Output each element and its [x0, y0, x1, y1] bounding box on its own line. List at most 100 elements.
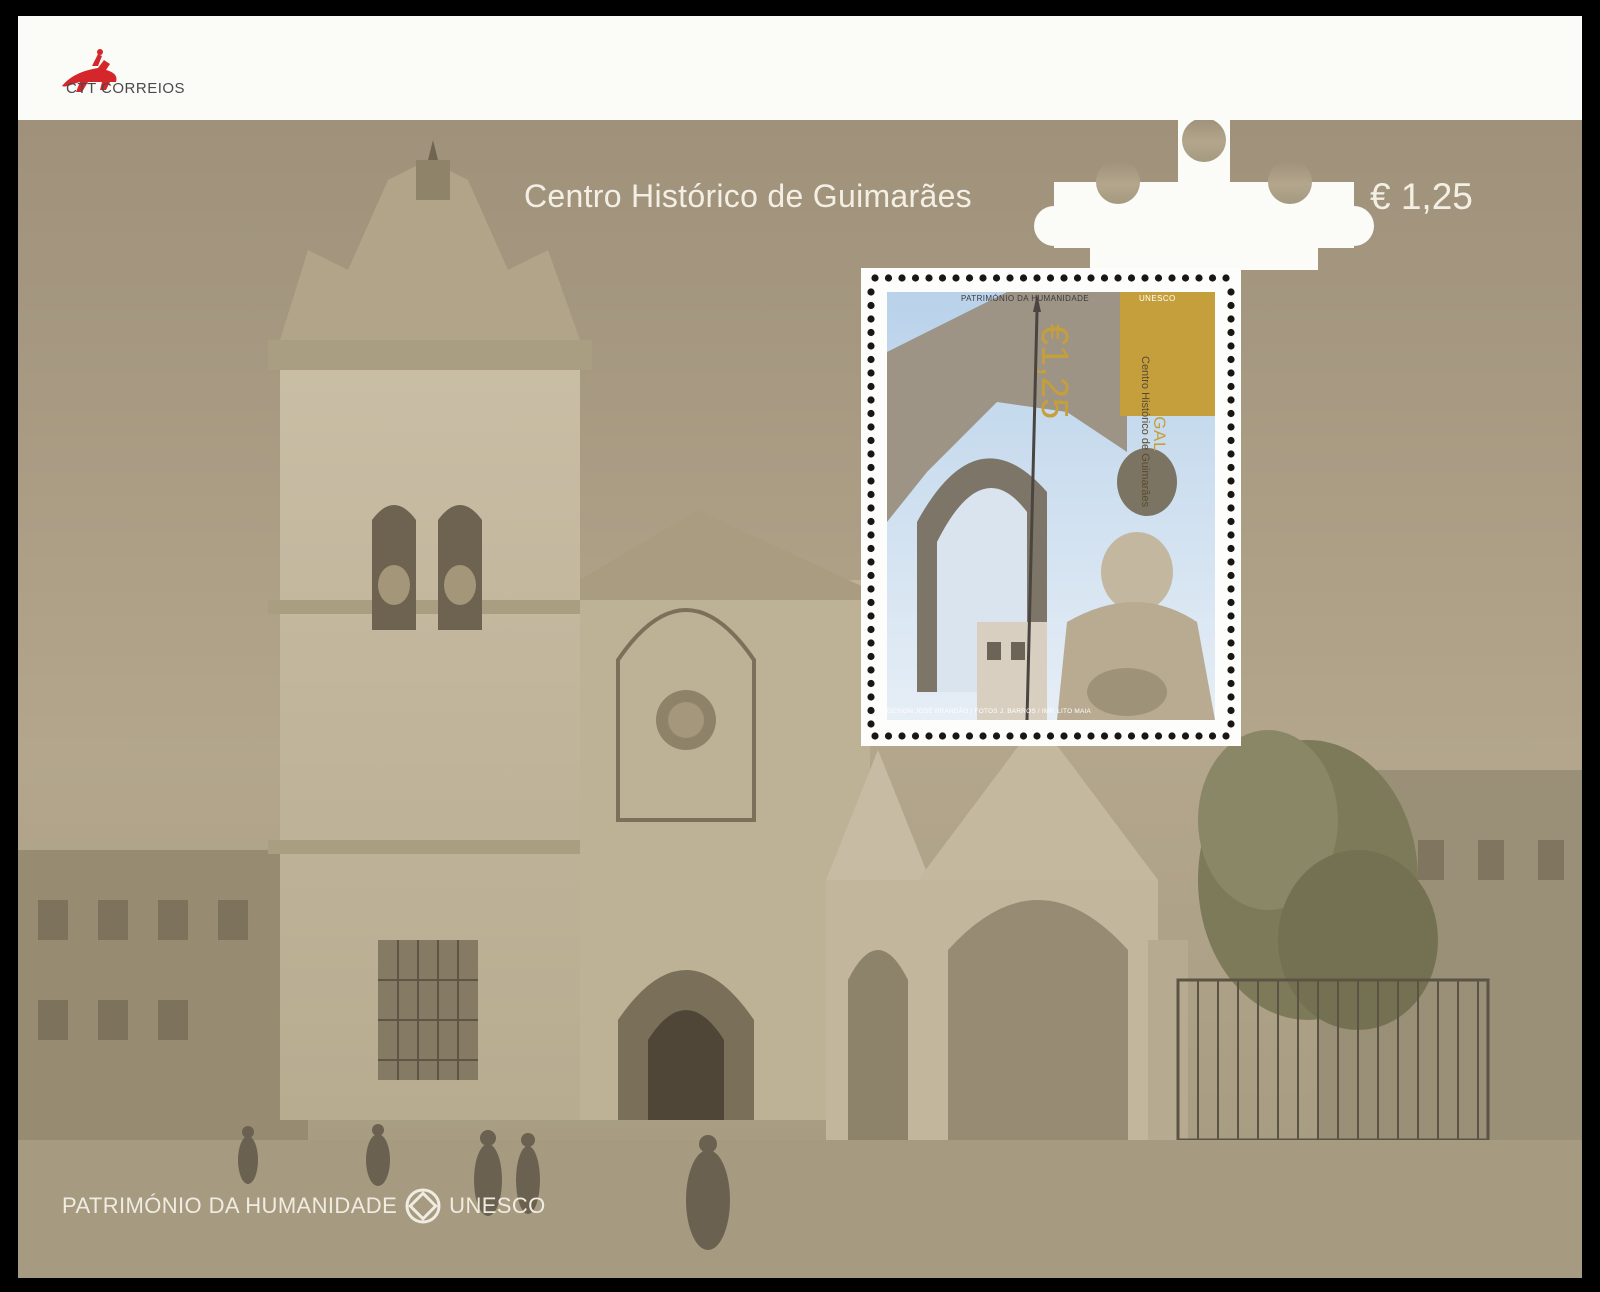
- perforation-hole: [867, 423, 875, 431]
- perforation-hole: [1073, 732, 1082, 740]
- perforation-hole: [1227, 450, 1235, 458]
- perforation-hole: [1087, 274, 1095, 282]
- perforation-hole: [1227, 571, 1235, 580]
- perforation-hole: [1114, 274, 1122, 282]
- perforation-hole: [867, 369, 875, 377]
- perforation-hole: [1227, 639, 1235, 647]
- perforation-hole: [1060, 732, 1068, 740]
- perforation-hole: [867, 517, 875, 526]
- perforation-hole: [925, 732, 933, 740]
- perforation-hole: [867, 585, 875, 593]
- stamp-unesco-text: UNESCO: [1139, 294, 1176, 303]
- perforation-hole: [992, 274, 1001, 282]
- perforation-hole: [867, 720, 875, 728]
- perforation-hole: [867, 693, 875, 701]
- perforation-hole: [1127, 274, 1136, 282]
- perforation-hole: [1181, 274, 1190, 282]
- stamp-subject: Centro Histórico de Guimarães: [1139, 356, 1151, 508]
- perforation-hole: [1114, 732, 1122, 740]
- perforation-hole: [911, 274, 920, 282]
- background-engraving: [18, 120, 1582, 1278]
- perforation-hole: [1154, 274, 1163, 282]
- perforation-hole: [1168, 732, 1176, 740]
- perforation-hole: [1227, 315, 1235, 323]
- publisher-label: CTT CORREIOS: [66, 80, 186, 97]
- perforation-hole: [1033, 732, 1041, 740]
- perforation-hole: [1227, 652, 1235, 661]
- perforation-hole: [867, 315, 875, 323]
- perforation-hole: [1227, 558, 1235, 566]
- perforation-hole: [1168, 274, 1176, 282]
- perforation-hole: [871, 732, 879, 740]
- perforation-hole: [1154, 732, 1163, 740]
- perforation-hole: [1227, 288, 1235, 296]
- perforation-hole: [1227, 666, 1235, 674]
- perforation-hole: [1227, 504, 1235, 512]
- postage-stamp: PATRIMÓNIO DA HUMANIDADE UNESCO €1,25 PO…: [861, 268, 1241, 746]
- perforation-hole: [1222, 732, 1230, 740]
- perforation-hole: [1227, 679, 1235, 688]
- perforation-hole: [1227, 598, 1235, 607]
- souvenir-sheet: CTT CORREIOS Centro Histórico de Guimarã…: [18, 16, 1582, 1278]
- perforation-hole: [867, 396, 875, 404]
- perforation-hole: [1227, 693, 1235, 701]
- church-engraving-picture: [18, 120, 1582, 1278]
- perforation-hole: [1227, 436, 1235, 445]
- perforation-hole: [867, 355, 875, 364]
- perforation-hole: [1019, 732, 1028, 740]
- perforation-hole: [867, 652, 875, 661]
- perforation-hole: [938, 732, 947, 740]
- stamp-country: PORTUGAL: [1150, 354, 1169, 453]
- perforation-hole: [911, 732, 920, 740]
- perforation-hole: [867, 463, 875, 472]
- perforation-hole: [1227, 328, 1235, 337]
- perforation-hole: [1006, 732, 1014, 740]
- perforation-hole: [884, 732, 893, 740]
- perforation-hole: [1141, 732, 1149, 740]
- unesco-emblem-icon: [405, 1188, 441, 1224]
- perforation-hole: [867, 342, 875, 350]
- perforation-hole: [1227, 409, 1235, 418]
- perforation-hole: [867, 450, 875, 458]
- perforation-hole: [1227, 612, 1235, 620]
- stamp-credits: DESIGN JOSÉ BRANDÃO / FOTOS J. BARROS / …: [887, 708, 1092, 715]
- heritage-legend: PATRIMÓNIO DA HUMANIDADE UNESCO: [62, 1186, 546, 1226]
- perforation-hole: [867, 328, 875, 337]
- perforation-hole: [867, 490, 875, 499]
- perforation-hole: [992, 732, 1001, 740]
- stamp-value: €1,25: [1033, 324, 1075, 420]
- perforation-hole: [1100, 274, 1109, 282]
- perforation-hole: [1222, 274, 1230, 282]
- perforation-hole: [1227, 355, 1235, 364]
- perforation-hole: [1227, 490, 1235, 499]
- perforation-hole: [979, 732, 987, 740]
- perforation-hole: [1227, 301, 1235, 310]
- stamp-heritage-text: PATRIMÓNIO DA HUMANIDADE: [961, 294, 1089, 303]
- perforation-hole: [1227, 382, 1235, 391]
- perforation-hole: [1227, 477, 1235, 485]
- perforation-hole: [1195, 732, 1203, 740]
- perforation-hole: [871, 274, 879, 282]
- perforation-hole: [938, 274, 947, 282]
- perforation-hole: [867, 625, 875, 634]
- perforation-hole: [1227, 463, 1235, 472]
- perforation-hole: [1195, 274, 1203, 282]
- perforation-hole: [1227, 625, 1235, 634]
- perforation-hole: [867, 571, 875, 580]
- perforation-hole: [1227, 423, 1235, 431]
- perforation-hole: [1127, 732, 1136, 740]
- perforation-hole: [1100, 732, 1109, 740]
- perforation-hole: [1019, 274, 1028, 282]
- perforation-hole: [1227, 342, 1235, 350]
- perforation-hole: [867, 558, 875, 566]
- sheet-title: Centro Histórico de Guimarães: [524, 178, 972, 214]
- perforation-hole: [1046, 732, 1055, 740]
- perforation-hole: [867, 382, 875, 391]
- perforation-hole: [867, 477, 875, 485]
- perforation-hole: [1227, 544, 1235, 553]
- perforation-hole: [898, 732, 906, 740]
- perforation-hole: [952, 732, 960, 740]
- ctt-horse-rider-icon: [62, 49, 117, 92]
- perforation-hole: [979, 274, 987, 282]
- perforation-hole: [867, 612, 875, 620]
